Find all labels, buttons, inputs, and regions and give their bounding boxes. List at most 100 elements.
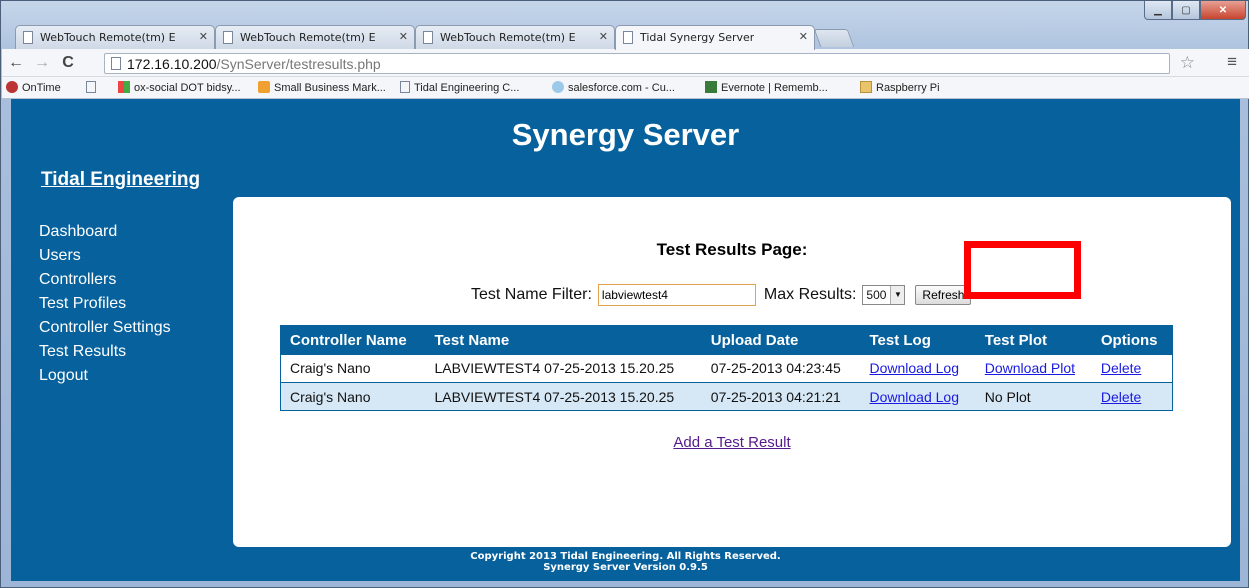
column-header: Upload Date xyxy=(701,325,861,355)
nav-controller-settings[interactable]: Controller Settings xyxy=(39,316,171,340)
table-header-row: Controller Name Test Name Upload Date Te… xyxy=(280,325,1173,355)
close-tab-icon[interactable]: ✕ xyxy=(199,30,208,43)
max-results-value: 500 xyxy=(866,288,887,302)
bookmark-label: Small Business Mark... xyxy=(274,82,386,94)
nav-dashboard[interactable]: Dashboard xyxy=(39,220,171,244)
test-name-cell: LABVIEWTEST4 07-25-2013 15.20.25 xyxy=(425,354,702,383)
address-bar[interactable]: 172.16.10.200/SynServer/testresults.php xyxy=(104,53,1170,74)
copyright-text: Copyright 2013 Tidal Engineering. All Ri… xyxy=(470,551,781,562)
upload-date-cell: 07-25-2013 04:23:45 xyxy=(701,354,861,383)
evernote-icon xyxy=(705,81,717,93)
nav-test-results[interactable]: Test Results xyxy=(39,340,171,364)
close-tab-icon[interactable]: ✕ xyxy=(399,30,408,43)
tab-synergy-server[interactable]: Tidal Synergy Server ✕ xyxy=(615,25,815,50)
delete-link[interactable]: Delete xyxy=(1101,389,1141,405)
controller-name-cell: Craig's Nano xyxy=(280,382,426,411)
bookmarks-bar: OnTime ox-social DOT bidsy... Small Busi… xyxy=(2,77,1249,99)
filter-row: Test Name Filter: Max Results: 500 ▼ Ref… xyxy=(471,284,972,306)
page-icon xyxy=(223,31,233,44)
page-icon xyxy=(111,57,121,70)
dropdown-arrow-icon: ▼ xyxy=(890,286,905,304)
nav-controllers[interactable]: Controllers xyxy=(39,268,171,292)
url-path: /SynServer/testresults.php xyxy=(216,56,381,72)
forward-arrow-icon[interactable]: → xyxy=(32,53,52,73)
page-heading: Test Results Page: xyxy=(656,240,808,259)
nav-users[interactable]: Users xyxy=(39,244,171,268)
brand-link[interactable]: Tidal Engineering xyxy=(41,169,200,191)
page-viewport: Synergy Server Tidal Engineering Dashboa… xyxy=(11,99,1240,581)
tab-title: WebTouch Remote(tm) E xyxy=(240,31,376,44)
bookmark-label: salesforce.com - Cu... xyxy=(568,82,675,94)
back-arrow-icon[interactable]: ← xyxy=(6,53,26,73)
bookmark-salesforce[interactable]: salesforce.com - Cu... xyxy=(552,81,675,94)
page-icon xyxy=(400,81,410,93)
page-icon xyxy=(86,81,96,93)
tab-webtouch-3[interactable]: WebTouch Remote(tm) E ✕ xyxy=(415,25,615,49)
delete-link[interactable]: Delete xyxy=(1101,360,1141,376)
page-icon xyxy=(623,31,633,44)
bookmark-label: ox-social DOT bidsy... xyxy=(134,82,241,94)
column-header: Test Name xyxy=(425,325,702,355)
tab-webtouch-1[interactable]: WebTouch Remote(tm) E ✕ xyxy=(15,25,215,49)
bookmark-label: Evernote | Rememb... xyxy=(721,82,828,94)
tab-title: Tidal Synergy Server xyxy=(640,31,755,44)
new-tab-button[interactable] xyxy=(813,29,855,47)
test-name-cell: LABVIEWTEST4 07-25-2013 15.20.25 xyxy=(425,382,702,411)
bookmark-ontime[interactable]: OnTime xyxy=(6,81,61,94)
site-title: Synergy Server xyxy=(511,117,740,152)
download-log-link[interactable]: Download Log xyxy=(869,360,959,376)
bookmark-evernote[interactable]: Evernote | Rememb... xyxy=(705,81,828,94)
download-log-link[interactable]: Download Log xyxy=(869,389,959,405)
max-results-label: Max Results: xyxy=(763,286,857,303)
column-header: Options xyxy=(1091,325,1173,355)
menu-icon[interactable]: ≡ xyxy=(1227,52,1237,72)
maximize-button[interactable]: ▢ xyxy=(1172,1,1200,20)
close-window-button[interactable]: ✕ xyxy=(1200,1,1246,20)
salesforce-icon xyxy=(552,81,564,93)
folder-icon xyxy=(860,81,872,93)
nav-logout[interactable]: Logout xyxy=(39,364,171,388)
download-plot-link[interactable]: Download Plot xyxy=(985,360,1075,376)
bookmark-star-icon[interactable]: ☆ xyxy=(1180,53,1195,73)
no-plot-cell: No Plot xyxy=(975,382,1092,411)
bookmark-small-business[interactable]: Small Business Mark... xyxy=(258,81,386,94)
column-header: Controller Name xyxy=(280,325,426,355)
ox-social-icon xyxy=(118,81,130,93)
table-row: Craig's Nano LABVIEWTEST4 07-25-2013 15.… xyxy=(280,382,1173,411)
sidebar-nav: Dashboard Users Controllers Test Profile… xyxy=(39,220,171,388)
tab-strip: WebTouch Remote(tm) E ✕ WebTouch Remote(… xyxy=(1,1,1249,50)
minimize-button[interactable]: ▁ xyxy=(1144,1,1172,20)
results-table: Controller Name Test Name Upload Date Te… xyxy=(280,325,1173,411)
bookmark-blank[interactable] xyxy=(86,81,100,94)
table-row: Craig's Nano LABVIEWTEST4 07-25-2013 15.… xyxy=(280,354,1173,383)
add-test-result-link[interactable]: Add a Test Result xyxy=(233,434,1231,451)
max-results-select[interactable]: 500 ▼ xyxy=(862,285,906,305)
bookmark-label: Tidal Engineering C... xyxy=(414,82,520,94)
window-controls: ▁ ▢ ✕ xyxy=(1144,1,1246,21)
bookmark-tidal-engineering[interactable]: Tidal Engineering C... xyxy=(400,81,519,94)
main-panel: Test Results Page: Test Name Filter: Max… xyxy=(233,197,1231,547)
page-icon xyxy=(423,31,433,44)
browser-toolbar: ← → C 172.16.10.200/SynServer/testresult… xyxy=(2,49,1249,77)
tab-webtouch-2[interactable]: WebTouch Remote(tm) E ✕ xyxy=(215,25,415,49)
bookmark-raspberry-pi[interactable]: Raspberry Pi xyxy=(860,81,940,94)
close-tab-icon[interactable]: ✕ xyxy=(799,30,808,43)
upload-date-cell: 07-25-2013 04:21:21 xyxy=(701,382,861,411)
bookmark-label: Raspberry Pi xyxy=(876,82,940,94)
bookmark-label: OnTime xyxy=(22,82,61,94)
close-tab-icon[interactable]: ✕ xyxy=(599,30,608,43)
browser-window: WebTouch Remote(tm) E ✕ WebTouch Remote(… xyxy=(0,0,1249,588)
reload-icon[interactable]: C xyxy=(58,53,78,73)
column-header: Test Log xyxy=(860,325,976,355)
column-header: Test Plot xyxy=(975,325,1092,355)
bookmark-ox-social[interactable]: ox-social DOT bidsy... xyxy=(118,81,241,94)
nav-test-profiles[interactable]: Test Profiles xyxy=(39,292,171,316)
controller-name-cell: Craig's Nano xyxy=(280,354,426,383)
tab-title: WebTouch Remote(tm) E xyxy=(440,31,576,44)
tab-title: WebTouch Remote(tm) E xyxy=(40,31,176,44)
refresh-button[interactable]: Refresh xyxy=(915,285,972,305)
test-name-filter-input[interactable] xyxy=(597,284,756,306)
page-icon xyxy=(23,31,33,44)
small-business-icon xyxy=(258,81,270,93)
version-text: Synergy Server Version 0.9.5 xyxy=(543,562,708,573)
